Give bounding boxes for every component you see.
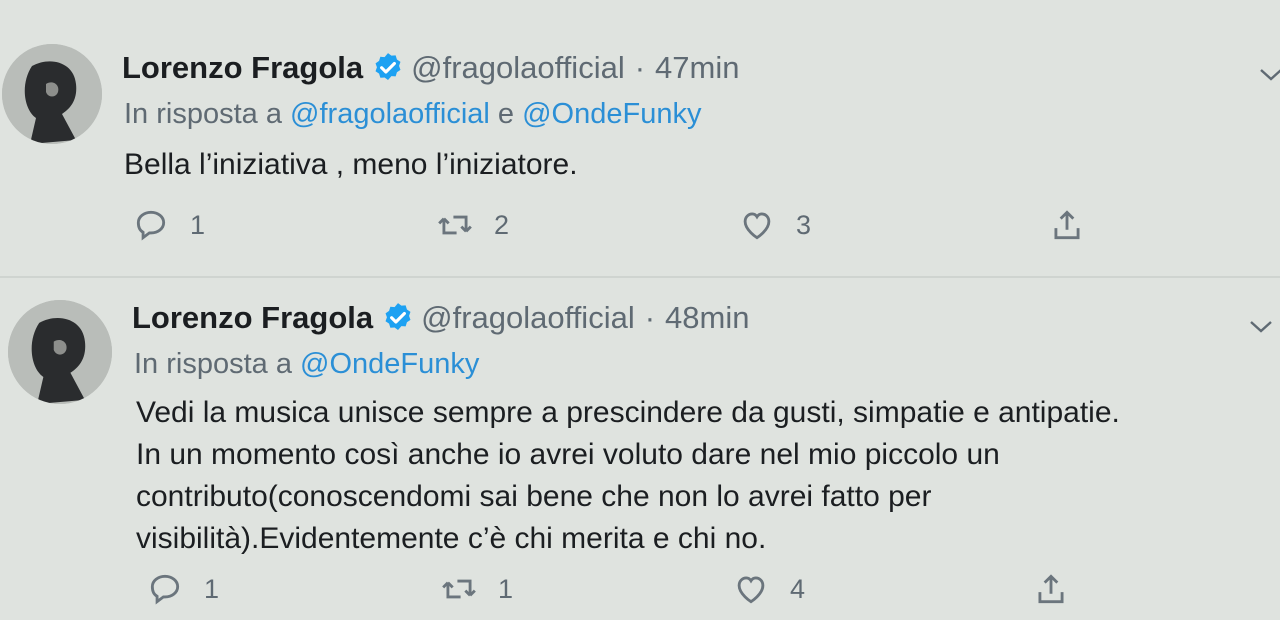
share-button[interactable] bbox=[1048, 206, 1106, 244]
tweet-text-line: Vedi la musica unisce sempre a prescinde… bbox=[136, 396, 1120, 429]
reply-button[interactable]: 1 bbox=[132, 206, 205, 244]
like-count: 3 bbox=[796, 209, 812, 240]
retweet-button[interactable]: 1 bbox=[440, 570, 513, 608]
timestamp[interactable]: 48min bbox=[665, 300, 749, 336]
verified-badge-icon bbox=[375, 53, 401, 81]
reply-icon bbox=[136, 210, 166, 241]
tweet-text-line: Bella l’iniziativa , meno l’iniziatore. bbox=[124, 148, 578, 181]
mention-link[interactable]: @fragolaofficial bbox=[290, 98, 490, 130]
author-handle[interactable]: @fragolaofficial bbox=[421, 300, 635, 336]
tweet-text: Vedi la musica unisce sempre a prescinde… bbox=[136, 392, 1266, 560]
separator: · bbox=[644, 300, 656, 335]
reply-context: In risposta a @fragolaofficial e @OndeFu… bbox=[124, 98, 701, 131]
like-count: 4 bbox=[790, 573, 806, 604]
author-name[interactable]: Lorenzo Fragola bbox=[122, 50, 363, 86]
mention-link[interactable]: @OndeFunky bbox=[522, 98, 701, 130]
tweet-text-line: contributo(conoscendomi sai bene che non… bbox=[136, 480, 932, 513]
separator: · bbox=[634, 50, 646, 85]
tweet-text-line: In un momento così anche io avrei voluto… bbox=[136, 438, 1000, 471]
author-name[interactable]: Lorenzo Fragola bbox=[132, 300, 373, 336]
chevron-down-icon[interactable] bbox=[1258, 64, 1280, 84]
retweet-icon bbox=[442, 579, 476, 599]
share-icon bbox=[1054, 210, 1080, 240]
chevron-down-icon[interactable] bbox=[1248, 316, 1274, 336]
like-button[interactable]: 4 bbox=[732, 570, 805, 608]
reply-count: 1 bbox=[204, 573, 220, 604]
like-button[interactable]: 3 bbox=[738, 206, 811, 244]
author-handle[interactable]: @fragolaofficial bbox=[411, 50, 625, 86]
timestamp[interactable]: 47min bbox=[655, 50, 739, 86]
tweet-header: Lorenzo Fragola @fragolaofficial · 48min bbox=[132, 300, 749, 336]
reply-button[interactable]: 1 bbox=[146, 570, 219, 608]
reply-icon bbox=[150, 574, 180, 605]
reply-prefix: In risposta a bbox=[124, 98, 282, 130]
mention-link[interactable]: @OndeFunky bbox=[300, 348, 479, 380]
tweet-header: Lorenzo Fragola @fragolaofficial · 47min bbox=[122, 50, 739, 86]
verified-badge-icon bbox=[385, 303, 411, 331]
retweet-icon bbox=[438, 215, 472, 235]
share-icon bbox=[1038, 574, 1064, 604]
reply-count: 1 bbox=[190, 209, 206, 240]
retweet-button[interactable]: 2 bbox=[436, 206, 509, 244]
retweet-count: 1 bbox=[498, 573, 514, 604]
tweet[interactable]: Lorenzo Fragola @fragolaofficial · 47min… bbox=[0, 0, 1280, 278]
tweet[interactable]: Lorenzo Fragola @fragolaofficial · 48min… bbox=[0, 278, 1280, 613]
tweet-text: Bella l’iniziativa , meno l’iniziatore. bbox=[124, 144, 1224, 186]
heart-icon bbox=[743, 212, 771, 240]
reply-context: In risposta a @OndeFunky bbox=[134, 348, 479, 381]
avatar[interactable] bbox=[2, 44, 102, 144]
retweet-count: 2 bbox=[494, 209, 510, 240]
tweet-text-line: visibilità).Evidentemente c’è chi merita… bbox=[136, 522, 767, 555]
reply-joiner: e bbox=[497, 98, 515, 130]
heart-icon bbox=[737, 576, 765, 604]
action-bar: 1 2 3 bbox=[0, 206, 1280, 256]
share-button[interactable] bbox=[1032, 570, 1090, 608]
avatar[interactable] bbox=[8, 300, 112, 404]
reply-prefix: In risposta a bbox=[134, 348, 292, 380]
